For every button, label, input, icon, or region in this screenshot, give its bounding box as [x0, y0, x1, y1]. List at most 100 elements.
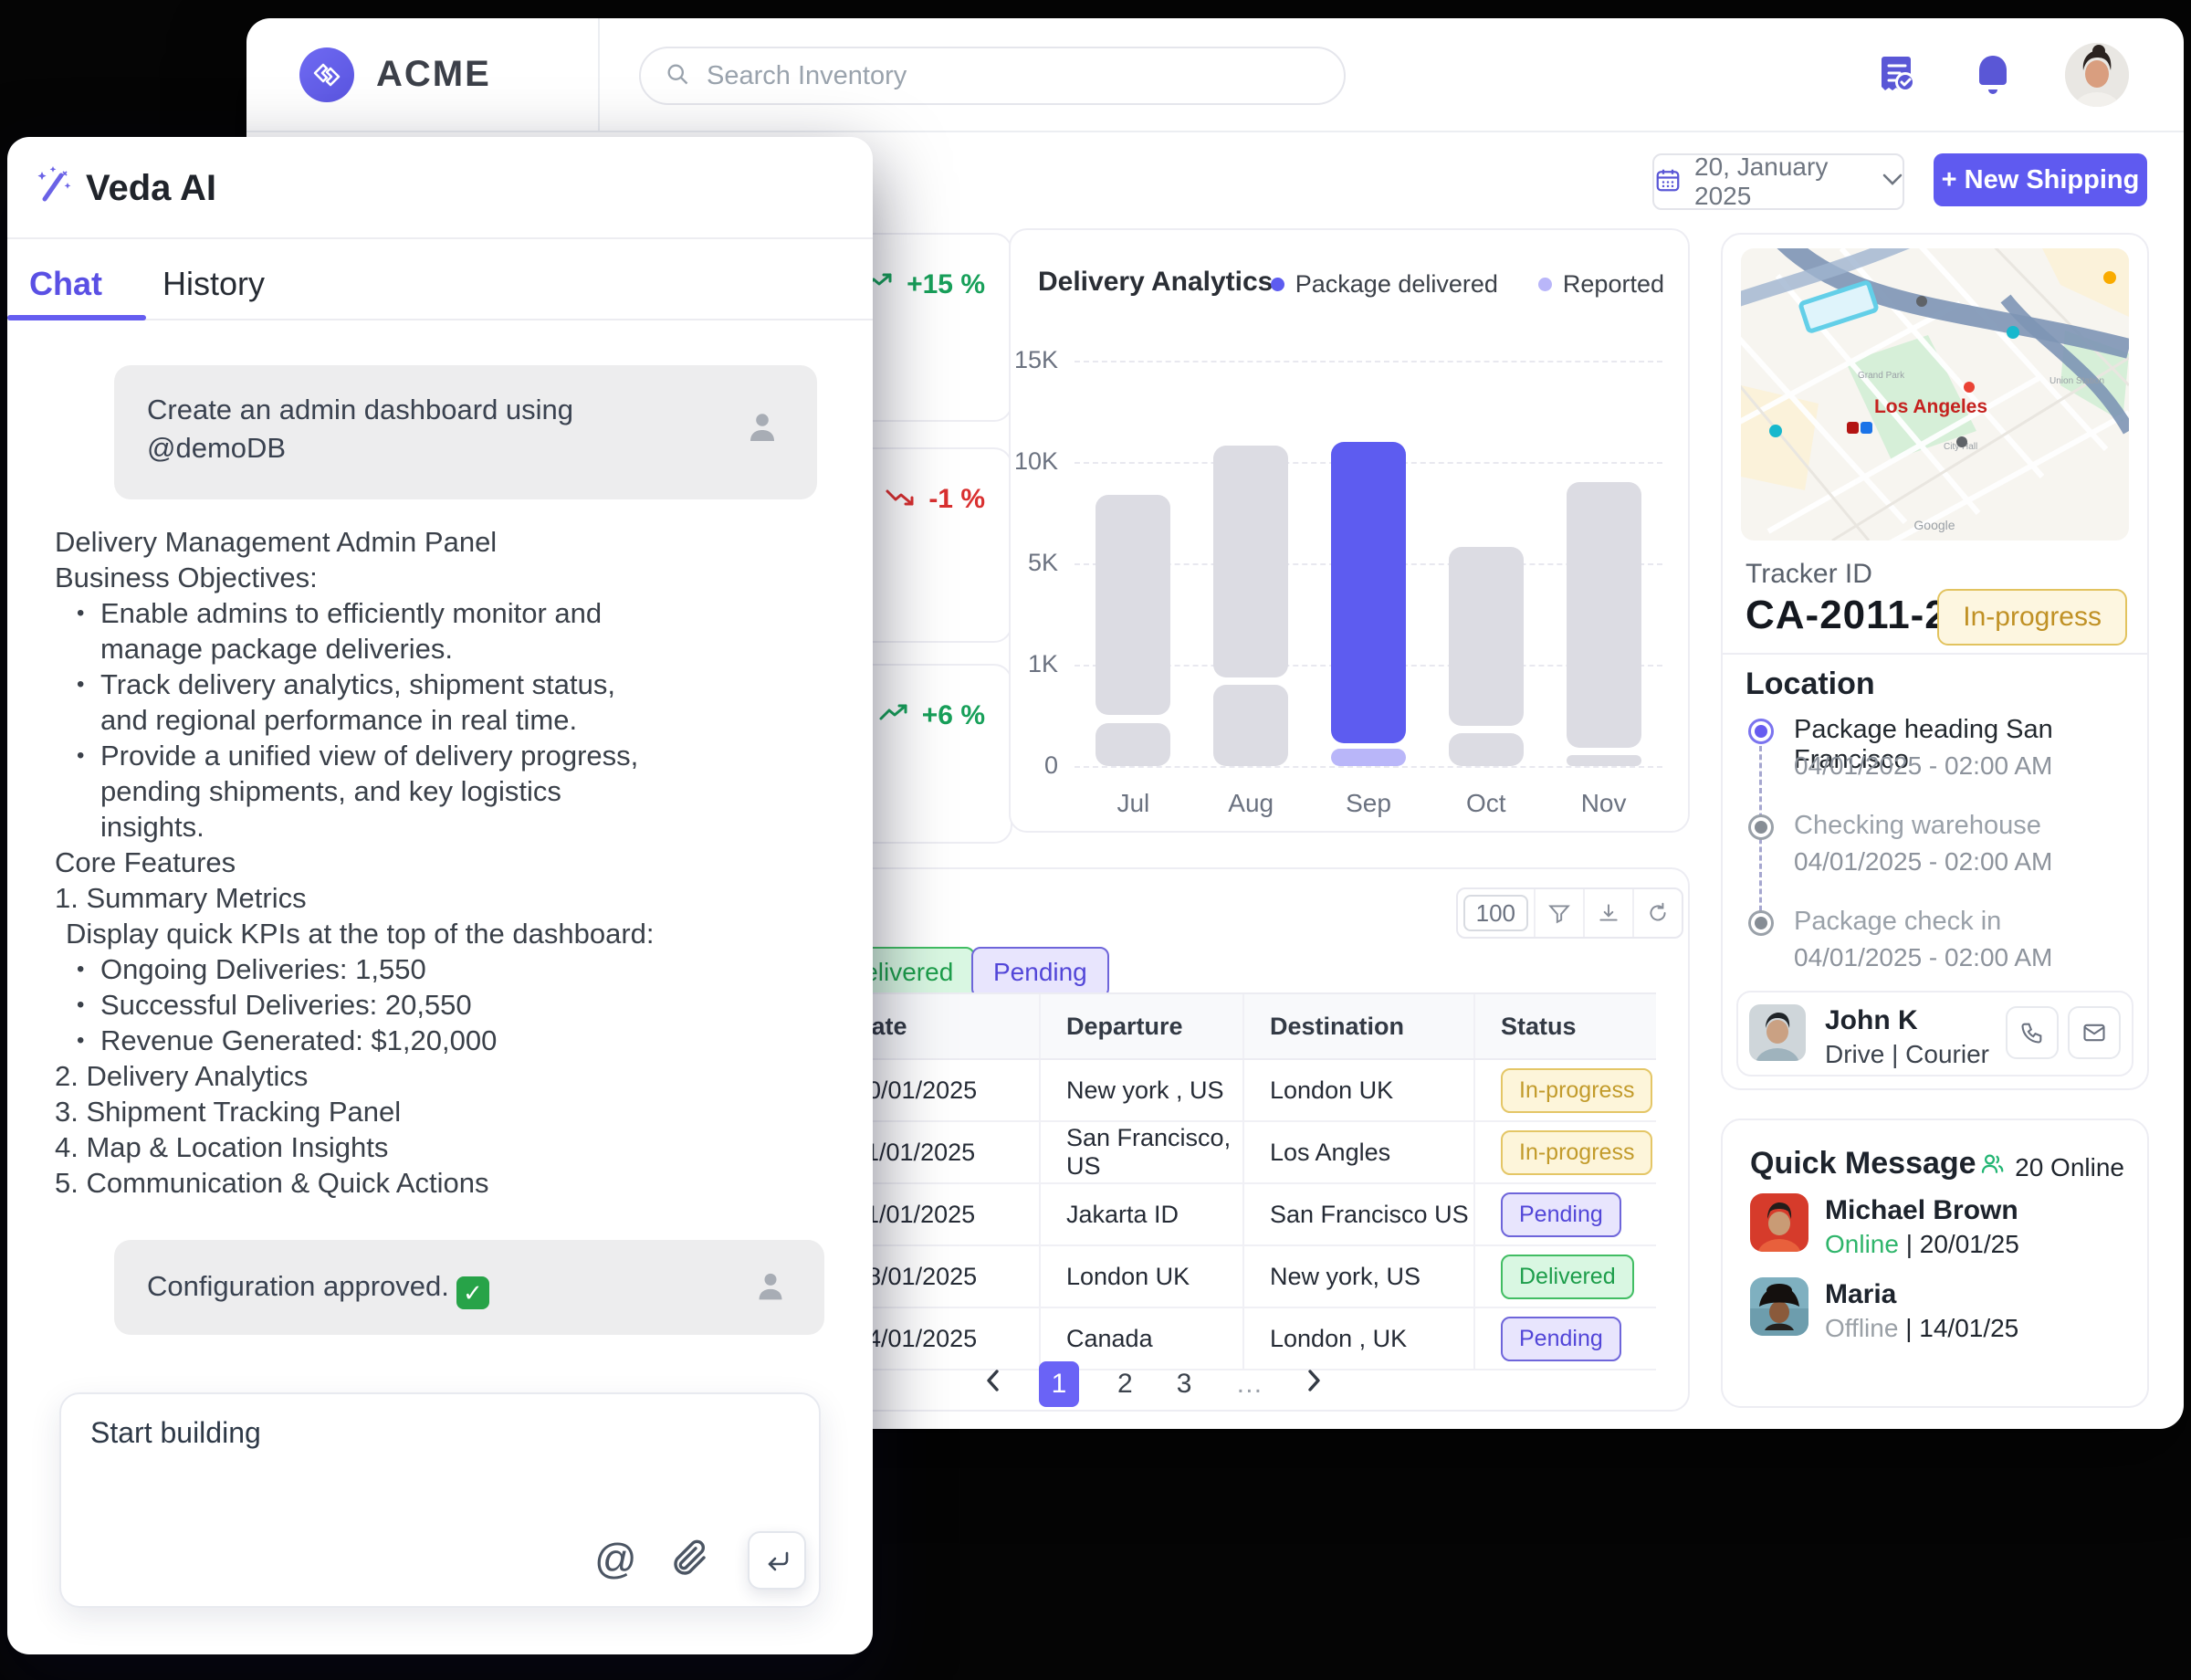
ai-response-line: Core Features	[55, 845, 785, 880]
separator: |	[1898, 1314, 1919, 1342]
user-message-line: Create an admin dashboard using	[147, 391, 573, 429]
shipments-table-card: 100 DeliveredPending DateDepartureDestin…	[794, 867, 1690, 1412]
date-picker-value: 20, January 2025	[1694, 152, 1870, 211]
mail-button[interactable]	[2068, 1006, 2121, 1059]
kpi-delta-value: +15 %	[907, 269, 985, 300]
contact-status: Online	[1825, 1230, 1899, 1258]
timeline-dot	[1748, 814, 1774, 840]
search-input[interactable]	[705, 60, 1320, 92]
quick-message-card: Quick Message 20 Online Michael BrownOnl…	[1721, 1118, 2149, 1408]
download-icon[interactable]	[1583, 889, 1632, 937]
ai-response-line: Display quick KPIs at the top of the das…	[55, 916, 785, 951]
page-next[interactable]	[1301, 1367, 1328, 1402]
page-size-selector[interactable]: 100	[1463, 895, 1528, 931]
cell-status: Pending	[1475, 1184, 1656, 1244]
map[interactable]: Grand Park Union Station City Hall Los A…	[1741, 248, 2129, 541]
status-badge: Pending	[1501, 1192, 1621, 1237]
courier-avatar	[1749, 1004, 1806, 1061]
tab-chat[interactable]: Chat	[29, 265, 102, 303]
contact-avatar	[1750, 1193, 1808, 1252]
ai-response-line: Delivery Management Admin Panel	[55, 524, 785, 560]
quick-message-title: Quick Message	[1750, 1146, 1976, 1181]
status-badge: In-progress	[1501, 1130, 1652, 1175]
svg-text:Union Station: Union Station	[2049, 376, 2104, 386]
date-picker[interactable]: 20, January 2025	[1652, 153, 1904, 210]
ai-response-line: and regional performance in real time.	[55, 702, 785, 738]
ai-response-line: Provide a unified view of delivery progr…	[55, 738, 785, 773]
ai-response-line: pending shipments, and key logistics	[55, 773, 785, 809]
bar-delivered-nov	[1567, 482, 1641, 748]
column-header-destination: Destination	[1244, 994, 1475, 1058]
y-axis-tick: 15K	[1011, 346, 1058, 374]
cell: London UK	[1244, 1060, 1475, 1120]
filter-icon[interactable]	[1534, 889, 1583, 937]
column-header-departure: Departure	[1041, 994, 1244, 1058]
ai-response-line: Ongoing Deliveries: 1,550	[55, 951, 785, 987]
tasks-icon[interactable]	[1873, 51, 1921, 99]
page-1[interactable]: 1	[1039, 1361, 1079, 1407]
gridline	[1075, 766, 1662, 768]
contact-avatar	[1750, 1277, 1808, 1336]
cell-status: In-progress	[1475, 1060, 1656, 1120]
tracking-card: Grand Park Union Station City Hall Los A…	[1721, 233, 2149, 1090]
separator: |	[1899, 1230, 1920, 1258]
y-axis-tick: 10K	[1011, 447, 1058, 476]
contact-maria[interactable]: MariaOffline | 14/01/25	[1750, 1277, 2129, 1343]
chat-input[interactable]: Start building	[89, 1414, 676, 1528]
mention-icon[interactable]: @	[589, 1533, 643, 1584]
courier-card: John K Drive | Courier	[1736, 991, 2133, 1076]
page-3[interactable]: 3	[1171, 1368, 1198, 1401]
trend-down-icon	[885, 484, 917, 515]
active-tab-underline	[7, 315, 146, 320]
ai-response: Delivery Management Admin PanelBusiness …	[55, 524, 785, 1201]
cell-status: In-progress	[1475, 1122, 1656, 1182]
user-person-icon	[740, 405, 784, 454]
chat-input-card: Start building @	[59, 1392, 821, 1608]
divider	[7, 237, 873, 239]
courier-role: Drive | Courier	[1825, 1040, 1989, 1069]
new-shipping-button[interactable]: + New Shipping	[1934, 153, 2147, 206]
ai-response-line: Successful Deliveries: 20,550	[55, 987, 785, 1023]
bar-delivered-sep	[1331, 442, 1406, 743]
shipments-table: DateDepartureDestinationStatus10/01/2025…	[828, 992, 1656, 1370]
ai-response-line: 4. Map & Location Insights	[55, 1129, 785, 1165]
tracker-id-value: CA-2011-2	[1745, 593, 1948, 638]
send-enter-button[interactable]	[748, 1531, 806, 1590]
chevron-down-icon	[1882, 173, 1903, 191]
status-badge: In-progress	[1501, 1068, 1652, 1113]
header-divider	[598, 18, 600, 131]
legend-dot	[1271, 278, 1284, 291]
page-2[interactable]: 2	[1112, 1368, 1138, 1401]
bar-delivered-aug	[1213, 446, 1288, 677]
ai-response-line: Enable admins to efficiently monitor and	[55, 595, 785, 631]
legend-dot	[1538, 278, 1552, 291]
kpi-delta-value: -1 %	[928, 484, 985, 515]
user-message-bubble: Create an admin dashboard using@demoDB	[114, 365, 817, 499]
table-row[interactable]: 11/01/2025Jakarta IDSan Francisco USPend…	[828, 1184, 1656, 1246]
ai-response-line: 5. Communication & Quick Actions	[55, 1165, 785, 1201]
tracker-id-label: Tracker ID	[1745, 559, 1872, 590]
contact-michael-brown[interactable]: Michael BrownOnline | 20/01/25	[1750, 1193, 2129, 1259]
table-row[interactable]: 08/01/2025London UKNew york, USDelivered	[828, 1246, 1656, 1308]
delivery-analytics-card: Delivery Analytics Package deliveredRepo…	[1009, 228, 1690, 833]
call-button[interactable]	[2006, 1006, 2059, 1059]
top-navigation-bar: ACME	[246, 18, 2184, 132]
filter-chip-pending[interactable]: Pending	[971, 947, 1109, 998]
user-avatar[interactable]	[2065, 43, 2129, 107]
page-prev[interactable]	[979, 1367, 1006, 1402]
column-header-status: Status	[1475, 994, 1656, 1058]
refresh-icon[interactable]	[1632, 889, 1682, 937]
online-count: 20 Online	[1978, 1150, 2124, 1184]
ai-response-line: Business Objectives:	[55, 560, 785, 595]
cell: London UK	[1041, 1246, 1244, 1307]
table-row[interactable]: 11/01/2025San Francisco, USLos AnglesIn-…	[828, 1122, 1656, 1184]
tab-history[interactable]: History	[162, 265, 265, 303]
cell: San Francisco US	[1244, 1184, 1475, 1244]
attachment-icon[interactable]	[667, 1537, 711, 1583]
notifications-bell-icon[interactable]	[1972, 52, 2014, 98]
screenshot-stage: ACME	[0, 0, 2191, 1680]
table-row[interactable]: 10/01/2025New york , USLondon UKIn-progr…	[828, 1060, 1656, 1122]
approval-message-bubble: Configuration approved.✓	[114, 1240, 824, 1335]
gridline	[1075, 361, 1662, 362]
cell: Los Angles	[1244, 1122, 1475, 1182]
